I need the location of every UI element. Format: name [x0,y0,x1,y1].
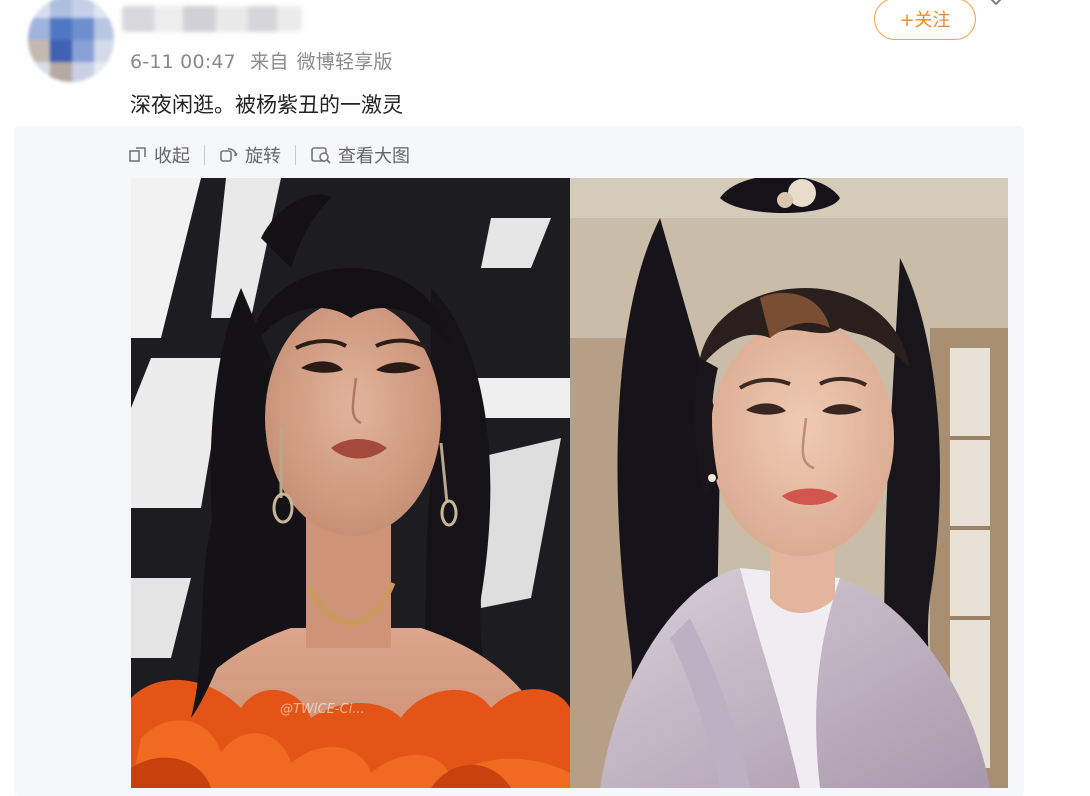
media-toolbar: 收起 旋转 查看大图 [128,141,410,169]
rotate-button[interactable]: 旋转 [219,142,281,168]
post-text: 深夜闲逛。被杨紫丑的一激灵 [130,93,403,117]
view-large-label: 查看大图 [338,146,410,167]
post-meta: 6-11 00:47 来自 微博轻享版 [130,47,393,74]
collapse-label: 收起 [154,146,190,167]
collapse-icon [129,147,146,162]
follow-button[interactable]: +关注 [874,0,976,40]
weibo-post: 6-11 00:47 来自 微博轻享版 +关注 深夜闲逛。被杨紫丑的一激灵 收起 … [0,0,1090,796]
collapse-button[interactable]: 收起 [128,142,190,168]
image-pair [131,178,1008,788]
left-photo[interactable] [131,178,570,788]
rotate-label: 旋转 [245,146,281,167]
avatar[interactable] [28,0,114,82]
post-time[interactable]: 6-11 00:47 [130,51,236,73]
post-source[interactable]: 微博轻享版 [297,51,393,73]
from-label: 来自 [250,51,289,73]
view-large-button[interactable]: 查看大图 [310,142,410,168]
right-photo[interactable] [570,178,1008,788]
toolbar-divider [295,145,296,165]
username-blurred[interactable] [122,6,302,32]
view-large-icon [311,147,331,164]
toolbar-divider [204,145,205,165]
more-icon[interactable] [988,0,1004,10]
rotate-icon [220,148,238,162]
